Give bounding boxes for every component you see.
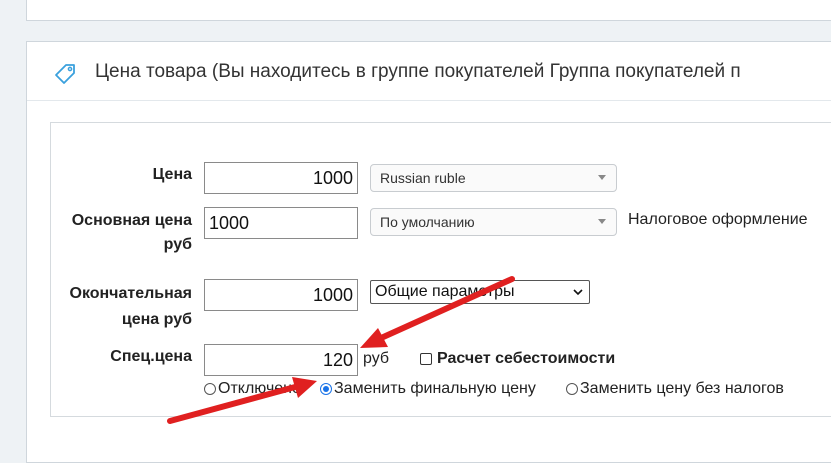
special-price-input[interactable]: 120 [204,344,358,376]
cost-calc-checkbox[interactable] [420,353,432,365]
final-price-select[interactable]: Общие параметры [370,280,590,304]
final-price-label-line2: цена руб [121,311,192,328]
radio-replace-without-tax[interactable] [566,383,578,395]
special-price-unit: руб [363,350,390,367]
radio-disabled-label[interactable]: Отключено [218,380,301,398]
base-price-label-line2: руб [163,236,192,253]
header-divider [27,100,831,101]
radio-disabled[interactable] [204,383,216,395]
cost-calc-label[interactable]: Расчет себестоимости [437,350,615,368]
final-price-input[interactable]: 1000 [204,279,358,311]
currency-select[interactable]: Russian ruble [370,164,617,192]
base-price-select-value: По умолчанию [380,214,475,230]
card-title: Цена товара (Вы находитесь в группе поку… [95,61,741,82]
special-price-label: Спец.цена [110,348,192,365]
price-label: Цена [152,166,192,183]
tax-label: Налоговое оформление [628,211,808,228]
final-price-select-value: Общие параметры [375,283,515,300]
radio-replace-without-tax-label[interactable]: Заменить цену без налогов [580,380,784,398]
base-price-label-line1: Основная цена [71,212,192,229]
base-price-select[interactable]: По умолчанию [370,208,617,236]
radio-replace-final[interactable] [320,383,332,395]
currency-select-value: Russian ruble [380,170,466,186]
top-panel [26,0,831,21]
tag-icon [55,64,75,84]
chevron-down-icon [573,289,583,296]
final-price-label-line1: Окончательная [69,285,193,302]
radio-replace-final-label[interactable]: Заменить финальную цену [334,380,536,398]
base-price-input[interactable]: 1000 [204,207,358,239]
price-input[interactable]: 1000 [204,162,358,194]
card-header: Цена товара (Вы находитесь в группе поку… [27,42,831,100]
caret-down-icon [598,219,606,224]
caret-down-icon [598,175,606,180]
